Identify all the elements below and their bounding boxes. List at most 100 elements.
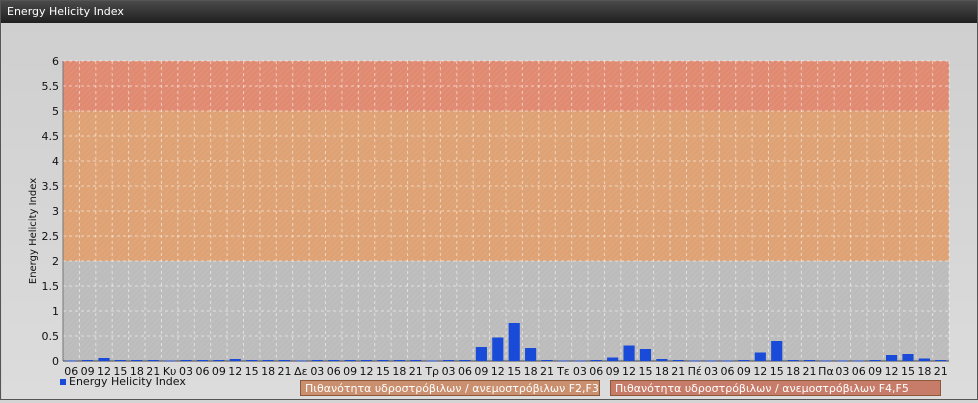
bar-6 [164, 360, 176, 362]
x-tick-label: 09 [737, 365, 751, 378]
bar-45 [803, 360, 816, 361]
chart-panel: 0 0.5 1 1.5 2 2.5 3 3.5 4 4.5 5 5.5 6 06 09 12 15 18 21 Κυ 0… [2, 23, 977, 399]
x-tick-label: 15 [245, 365, 259, 378]
bar-39 [705, 360, 717, 362]
bar-34 [623, 345, 635, 361]
y-tick-label: 1 [52, 305, 59, 318]
x-tick-label: 12 [228, 365, 242, 378]
x-tick-label: 12 [491, 365, 505, 378]
y-axis-title: Energy Helicity Index [28, 178, 39, 284]
x-tick-label: 06 [721, 365, 735, 378]
x-tick-label: 21 [803, 365, 817, 378]
bar-31 [574, 360, 586, 362]
x-tick-label: 06 [327, 365, 341, 378]
x-tick-label: 12 [885, 365, 899, 378]
bar-16 [328, 360, 340, 361]
bar-1 [82, 360, 94, 361]
bar-25 [475, 347, 487, 361]
y-tick-label: 5 [52, 105, 59, 118]
bar-51 [902, 354, 914, 361]
x-tick-label: 21 [278, 365, 292, 378]
x-tick-label: 06 [852, 365, 866, 378]
x-tick-label: Δε [294, 365, 308, 378]
x-tick-label: 03 [835, 365, 849, 378]
y-tick-label: 0 [52, 355, 59, 368]
bar-15 [311, 360, 323, 361]
bar-37 [672, 360, 684, 361]
x-tick-label: Τρ [424, 365, 439, 378]
bar-29 [541, 360, 553, 361]
y-tick-label: 6 [52, 55, 59, 68]
chart-window: Energy Helicity Index 0 0.5 1 1.5 2 2.5 3 3.5 4 4… [0, 0, 978, 400]
x-tick-label: 21 [409, 365, 423, 378]
bar-7 [180, 360, 192, 361]
bar-50 [885, 355, 898, 361]
bar-2 [98, 358, 110, 361]
bar-43 [771, 341, 783, 361]
bar-21 [410, 360, 422, 361]
bar-17 [344, 360, 356, 361]
bar-0 [65, 360, 77, 362]
bar-36 [656, 359, 668, 361]
y-tick-label: 1.5 [42, 280, 60, 293]
bar-24 [459, 360, 471, 361]
bar-33 [607, 357, 619, 361]
x-tick-label: Τε [556, 365, 570, 378]
x-tick-label: 03 [442, 365, 456, 378]
x-tick-label: 15 [770, 365, 784, 378]
bar-5 [147, 360, 159, 361]
x-tick-label: 12 [753, 365, 767, 378]
x-tick-label: 18 [917, 365, 931, 378]
x-tick-label: 03 [573, 365, 587, 378]
x-tick-label: 15 [376, 365, 390, 378]
bar-22 [426, 360, 438, 362]
y-tick-label: 4.5 [42, 130, 60, 143]
bar-42 [754, 352, 766, 361]
bar-47 [836, 360, 848, 362]
bar-27 [508, 323, 520, 361]
bar-44 [787, 360, 799, 361]
x-tick-label: 09 [212, 365, 226, 378]
x-tick-label: 18 [786, 365, 800, 378]
bar-23 [442, 360, 455, 361]
bar-8 [196, 360, 209, 361]
x-tick-label: 09 [474, 365, 488, 378]
bar-14 [295, 360, 307, 362]
x-tick-label: 06 [195, 365, 209, 378]
bar-26 [492, 337, 504, 361]
bar-20 [393, 360, 405, 361]
y-tick-label: 0.5 [42, 330, 60, 343]
bar-40 [721, 360, 734, 362]
x-tick-label: 21 [671, 365, 685, 378]
bar-18 [360, 360, 373, 361]
y-tick-label: 3.5 [42, 180, 60, 193]
bar-32 [590, 360, 602, 361]
legend-swatch [60, 378, 66, 385]
bar-46 [820, 360, 832, 362]
bar-52 [918, 358, 930, 361]
bar-41 [738, 360, 750, 361]
bar-53 [935, 360, 947, 361]
x-tick-label: 12 [360, 365, 374, 378]
y-tick-label: 4 [52, 155, 59, 168]
bar-3 [114, 360, 127, 361]
bar-11 [246, 360, 258, 361]
x-tick-label: Πα [818, 365, 834, 378]
bar-38 [689, 360, 701, 362]
x-tick-label: 18 [392, 365, 406, 378]
bar-35 [639, 349, 652, 361]
chart-legend: Energy Helicity Index [60, 375, 186, 388]
x-tick-label: 15 [507, 365, 521, 378]
x-tick-label: 03 [310, 365, 324, 378]
x-tick-label: 03 [704, 365, 718, 378]
x-tick-label: 06 [589, 365, 603, 378]
bar-30 [557, 360, 570, 362]
x-tick-label: 09 [868, 365, 882, 378]
y-tick-label: 2 [52, 255, 59, 268]
zone-label-f2-f3: Πιθανότητα υδροστρόβιλων / ανεμοστρόβιλω… [300, 380, 600, 396]
window-title: Energy Helicity Index [1, 1, 977, 23]
bar-10 [229, 359, 241, 361]
legend-label: Energy Helicity Index [69, 375, 186, 388]
x-tick-label: 09 [606, 365, 620, 378]
bar-19 [377, 360, 389, 361]
